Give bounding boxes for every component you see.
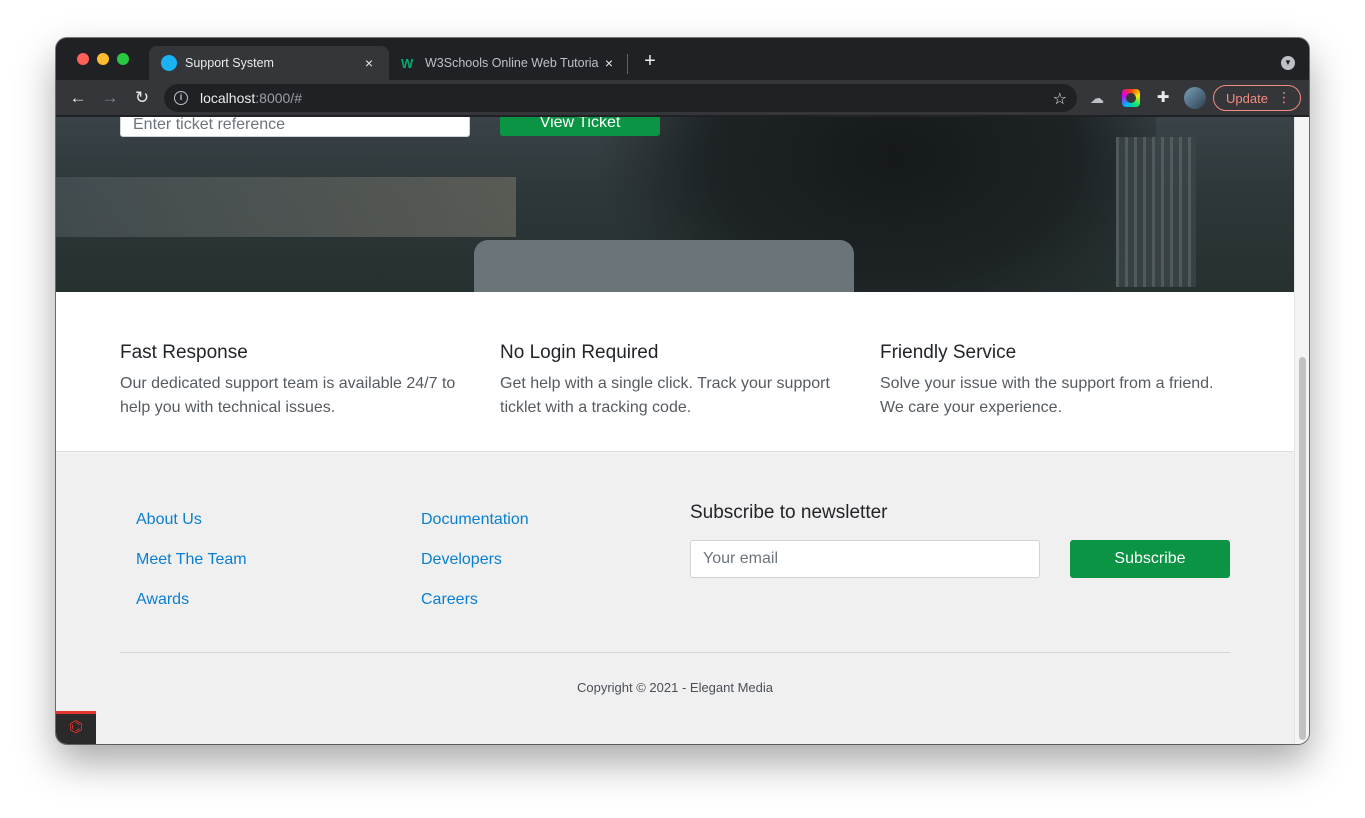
back-icon[interactable]: ← [67,87,89,109]
feature-title: Fast Response [120,342,248,363]
footer-link-awards[interactable]: Awards [136,591,189,609]
tab-title: Support System [185,56,274,70]
footer-divider [120,652,1230,653]
feature-no-login: No Login Required Get help with a single… [500,342,850,420]
features-section: Fast Response Our dedicated support team… [56,292,1294,452]
laravel-icon[interactable]: ⌬ [56,711,96,744]
subscribe-button[interactable]: Subscribe [1070,540,1230,578]
browser-toolbar: ← → ↻ i localhost :8000/# ☆ ☁ ✚ Update ⋮ [56,80,1309,116]
update-button[interactable]: Update ⋮ [1213,85,1301,111]
close-tab-icon[interactable]: × [361,55,377,71]
hero-banner: Enter ticket reference View Ticket [56,117,1294,300]
extension-icon[interactable]: ☁ [1090,89,1108,107]
tab-strip: Support System × W W3Schools Online Web … [56,38,1309,80]
view-ticket-button[interactable]: View Ticket [500,117,660,136]
footer-link-developers[interactable]: Developers [421,551,502,569]
feature-title: No Login Required [500,342,659,363]
scrollbar-thumb[interactable] [1299,357,1306,740]
support-favicon-icon [161,55,177,71]
feature-text: Our dedicated support team is available … [120,375,456,416]
feature-title: Friendly Service [880,342,1017,363]
tab-separator [627,54,628,74]
tab-search-icon[interactable]: ▼ [1281,56,1295,70]
minimize-window-button[interactable] [97,53,109,65]
avatar[interactable] [1184,87,1206,109]
footer: About Us Meet The Team Awards Documentat… [56,452,1294,744]
hero-background [474,240,854,300]
reload-icon[interactable]: ↻ [131,87,153,109]
page-viewport: Enter ticket reference View Ticket Fast … [56,117,1309,744]
hero-background [56,177,516,237]
copyright-text: Copyright © 2021 - Elegant Media [576,680,774,695]
footer-link-documentation[interactable]: Documentation [421,511,529,529]
newsletter-title: Subscribe to newsletter [690,502,888,523]
forward-icon[interactable]: → [99,87,121,109]
star-icon[interactable]: ☆ [1053,89,1067,109]
maximize-window-button[interactable] [117,53,129,65]
vertical-scrollbar[interactable] [1294,117,1309,744]
new-tab-button[interactable]: + [640,50,660,73]
w3schools-favicon-icon: W [401,55,414,71]
close-tab-icon[interactable]: × [601,55,617,71]
feature-friendly-service: Friendly Service Solve your issue with t… [880,342,1230,420]
email-field[interactable]: Your email [690,540,1040,578]
close-window-button[interactable] [77,53,89,65]
update-label: Update [1226,90,1268,106]
tab-support-system[interactable]: Support System × [149,46,389,80]
more-menu-icon[interactable]: ⋮ [1277,89,1291,105]
hero-background [1116,137,1196,287]
tab-w3schools[interactable]: W W3Schools Online Web Tutoria × [389,46,629,80]
ticket-reference-input[interactable]: Enter ticket reference [120,117,470,137]
feature-fast-response: Fast Response Our dedicated support team… [120,342,470,420]
info-icon[interactable]: i [174,91,188,105]
feature-text: Get help with a single click. Track your… [500,375,830,416]
footer-link-meet-the-team[interactable]: Meet The Team [136,551,247,569]
footer-link-about-us[interactable]: About Us [136,511,202,529]
footer-link-careers[interactable]: Careers [421,591,478,609]
address-bar[interactable]: i localhost :8000/# ☆ [164,84,1077,112]
url-host: localhost [200,90,256,106]
url-path: :8000/# [255,90,302,106]
feature-text: Solve your issue with the support from a… [880,375,1214,416]
browser-window: Support System × W W3Schools Online Web … [56,38,1309,744]
color-picker-extension-icon[interactable] [1122,89,1140,107]
tab-title: W3Schools Online Web Tutoria [425,56,599,70]
puzzle-icon[interactable]: ✚ [1154,89,1172,107]
